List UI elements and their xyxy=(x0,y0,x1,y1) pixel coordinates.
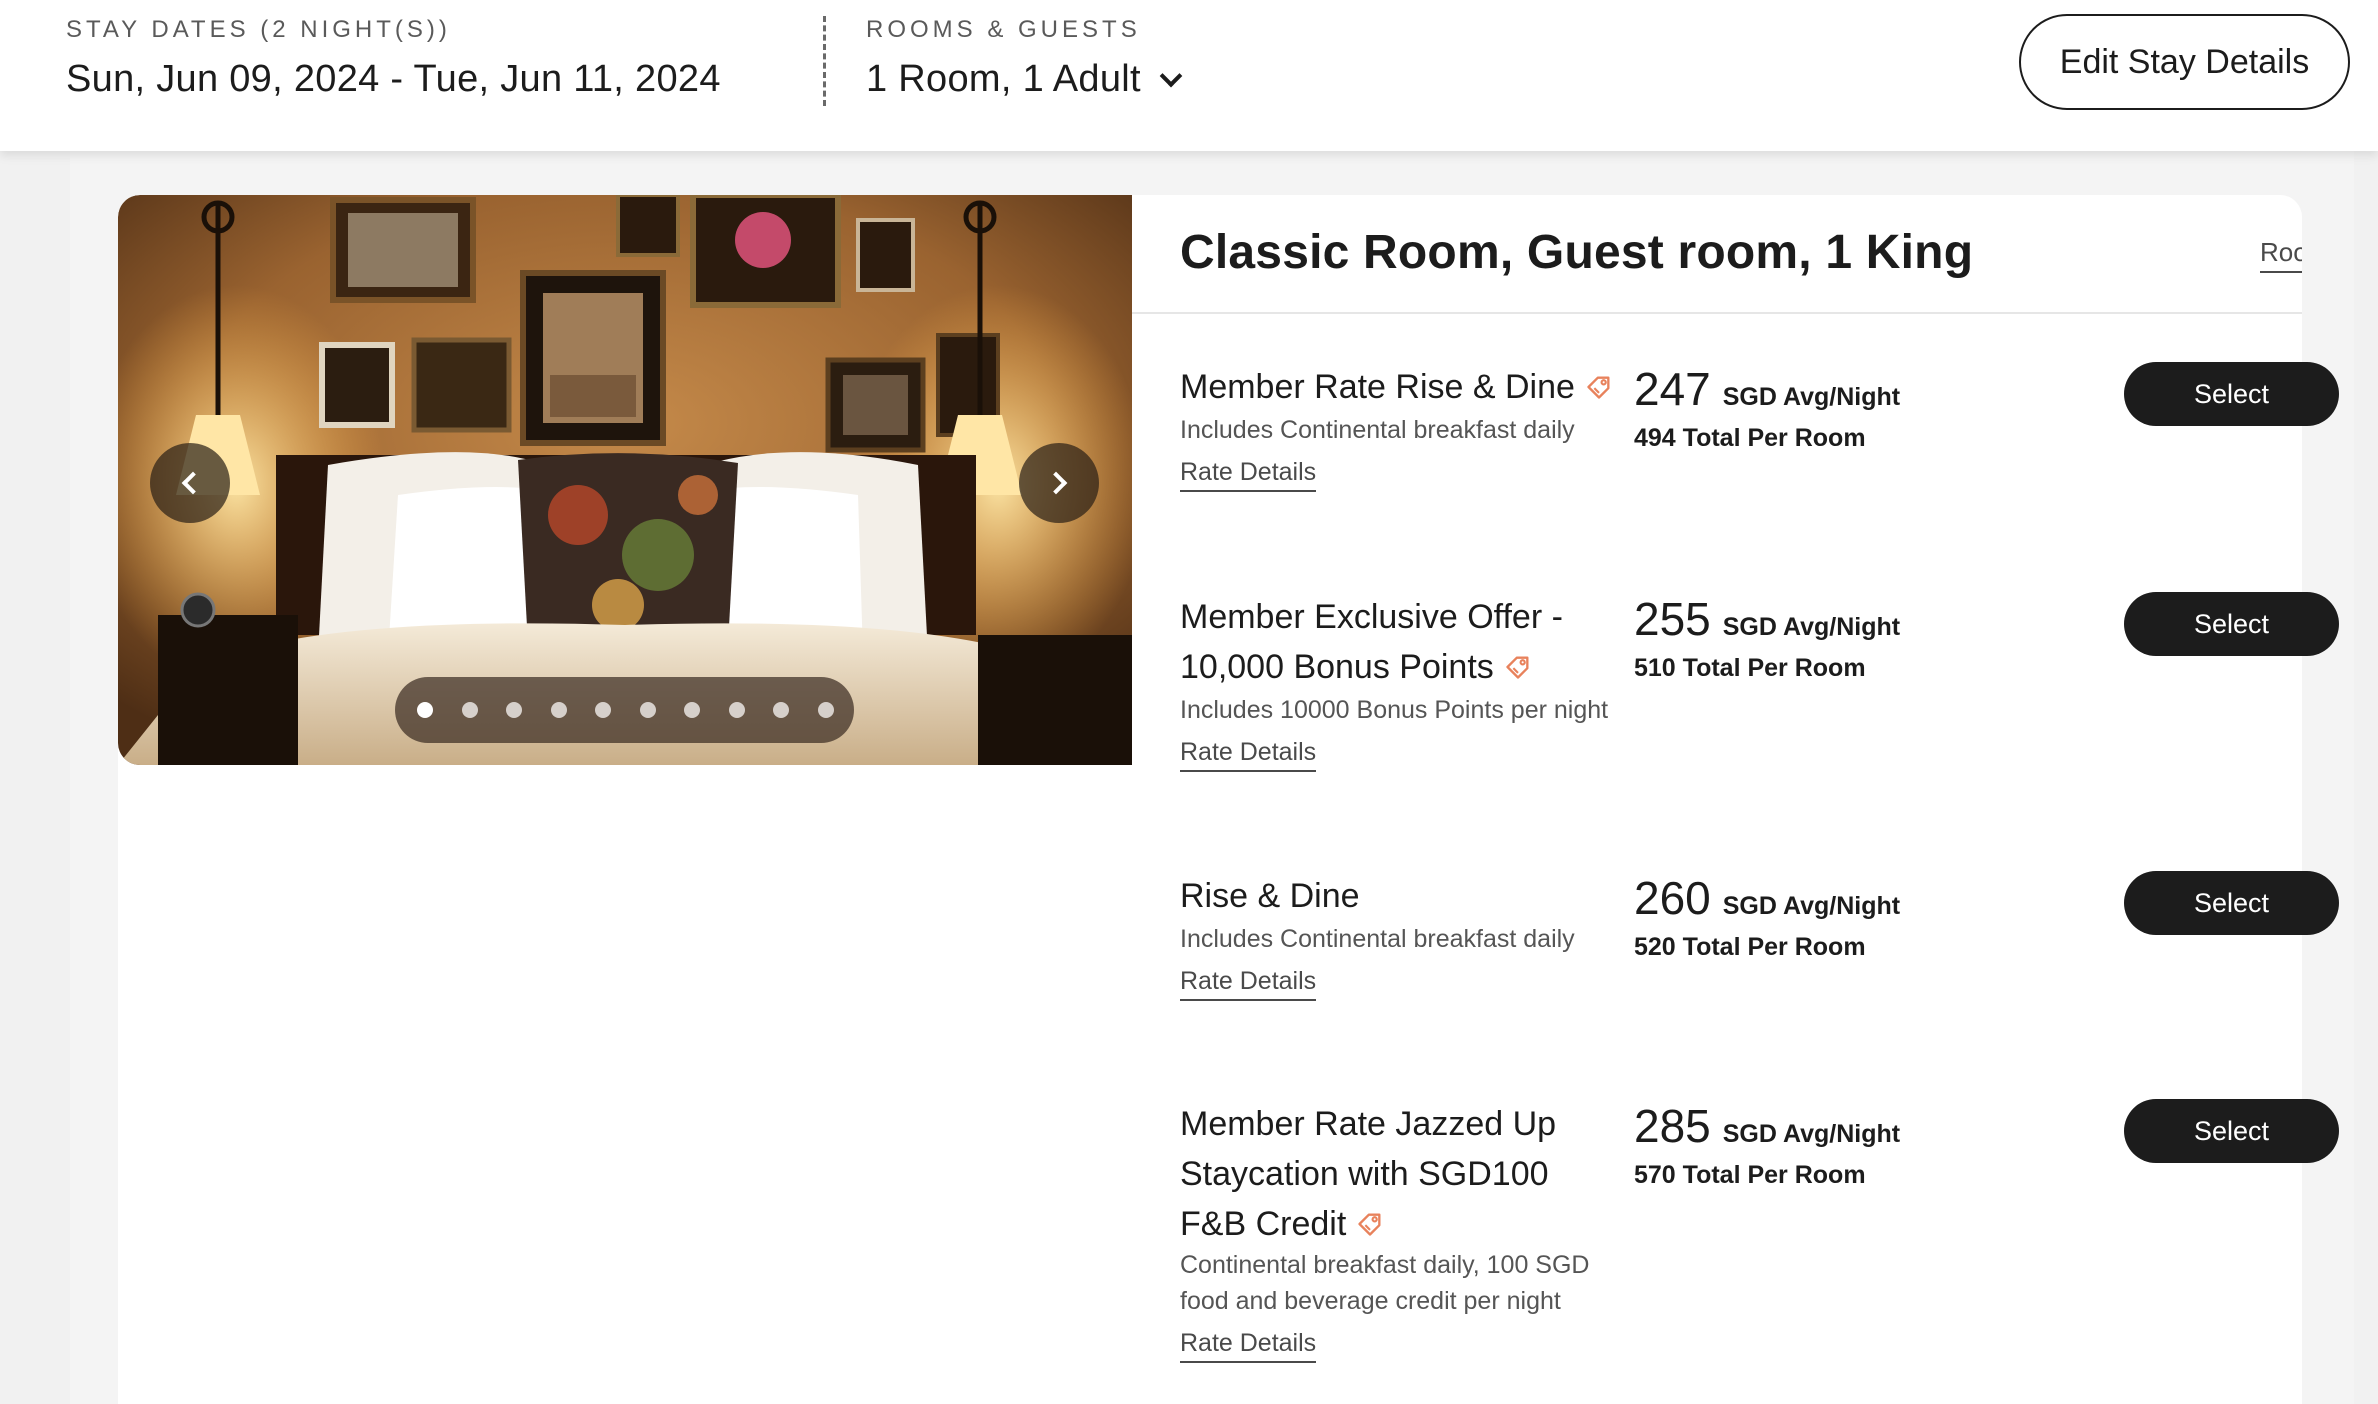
rate-description: Includes Continental breakfast daily xyxy=(1180,416,1575,444)
chevron-down-icon xyxy=(1159,64,1183,87)
member-tag-icon xyxy=(1358,1213,1381,1236)
member-tag-icon xyxy=(1506,656,1529,679)
carousel-prev-button[interactable] xyxy=(150,443,230,523)
price-amount: 255 xyxy=(1634,593,1711,645)
rate-details-link[interactable]: Rate Details xyxy=(1180,967,1317,1001)
carousel-dot[interactable] xyxy=(417,702,433,718)
chevron-right-icon xyxy=(1044,471,1068,495)
carousel-dot[interactable] xyxy=(728,702,745,718)
room-photo-carousel xyxy=(118,195,1132,765)
select-rate-button[interactable]: Select xyxy=(2124,1099,2339,1163)
stay-dates-label: STAY DATES (2 NIGHT(S)) xyxy=(66,16,451,43)
price-amount: 260 xyxy=(1634,872,1711,924)
select-rate-button[interactable]: Select xyxy=(2124,871,2339,935)
rate-description: Continental breakfast daily, 100 SGD foo… xyxy=(1180,1251,1590,1315)
price-block: 247 SGD Avg/Night 494 Total Per Room xyxy=(1634,362,1900,453)
rate-details-link[interactable]: Rate Details xyxy=(1180,738,1317,772)
rate-description: Includes Continental breakfast daily xyxy=(1180,925,1575,953)
rooms-guests-dropdown[interactable]: 1 Room, 1 Adult xyxy=(866,58,1183,101)
carousel-pagination xyxy=(395,677,854,743)
carousel-dot[interactable] xyxy=(595,702,612,718)
stay-dates: STAY DATES (2 NIGHT(S)) Sun, Jun 09, 202… xyxy=(66,16,721,101)
rooms-guests: ROOMS & GUESTS 1 Room, 1 Adult xyxy=(866,16,1183,101)
price-block: 255 SGD Avg/Night 510 Total Per Room xyxy=(1634,592,1900,683)
carousel-dot[interactable] xyxy=(461,702,478,718)
rate-name: Rise & Dine xyxy=(1180,871,1620,921)
member-tag-icon xyxy=(1587,376,1610,399)
rate-name-text: Member Rate Rise & Dine xyxy=(1180,368,1575,406)
stay-divider xyxy=(823,16,826,106)
stay-summary-bar: STAY DATES (2 NIGHT(S)) Sun, Jun 09, 202… xyxy=(0,0,2378,151)
room-details-link[interactable]: Room Details xyxy=(2260,237,2302,273)
price-total: 520 Total Per Room xyxy=(1634,933,1866,961)
price-unit: SGD Avg/Night xyxy=(1722,613,1901,641)
price-unit: SGD Avg/Night xyxy=(1722,1120,1901,1148)
carousel-dot[interactable] xyxy=(506,702,523,718)
rate-name: Member Rate Jazzed Up Staycation with SG… xyxy=(1180,1099,1600,1249)
select-rate-button[interactable]: Select xyxy=(2124,362,2339,426)
rate-description: Includes 10000 Bonus Points per night xyxy=(1180,696,1609,724)
edit-stay-details-button[interactable]: Edit Stay Details xyxy=(2019,14,2350,110)
carousel-dot[interactable] xyxy=(773,702,790,718)
room-title: Classic Room, Guest room, 1 King xyxy=(1180,226,1974,279)
rooms-guests-value: 1 Room, 1 Adult xyxy=(866,58,1141,100)
rate-name-text: Rise & Dine xyxy=(1180,877,1360,915)
carousel-next-button[interactable] xyxy=(1019,443,1099,523)
rate-details-link[interactable]: Rate Details xyxy=(1180,458,1317,492)
carousel-dot[interactable] xyxy=(550,702,567,718)
carousel-dot[interactable] xyxy=(817,702,834,718)
rate-details-link[interactable]: Rate Details xyxy=(1180,1329,1317,1363)
stay-dates-value: Sun, Jun 09, 2024 - Tue, Jun 11, 2024 xyxy=(66,58,721,100)
price-total: 570 Total Per Room xyxy=(1634,1161,1866,1189)
carousel-dot[interactable] xyxy=(639,702,656,718)
rate-name: Member Rate Rise & Dine xyxy=(1180,362,1620,412)
chevron-left-icon xyxy=(181,471,205,495)
price-total: 494 Total Per Room xyxy=(1634,424,1866,452)
price-block: 285 SGD Avg/Night 570 Total Per Room xyxy=(1634,1099,1900,1190)
price-unit: SGD Avg/Night xyxy=(1722,892,1901,920)
carousel-dot[interactable] xyxy=(684,702,701,718)
price-block: 260 SGD Avg/Night 520 Total Per Room xyxy=(1634,871,1900,962)
room-header: Classic Room, Guest room, 1 King Room De… xyxy=(1132,195,2302,314)
price-amount: 247 xyxy=(1634,363,1711,415)
price-amount: 285 xyxy=(1634,1100,1711,1152)
rate-name: Member Exclusive Offer - 10,000 Bonus Po… xyxy=(1180,592,1620,692)
price-unit: SGD Avg/Night xyxy=(1722,383,1901,411)
price-total: 510 Total Per Room xyxy=(1634,654,1866,682)
rooms-guests-label: ROOMS & GUESTS xyxy=(866,16,1141,43)
select-rate-button[interactable]: Select xyxy=(2124,592,2339,656)
